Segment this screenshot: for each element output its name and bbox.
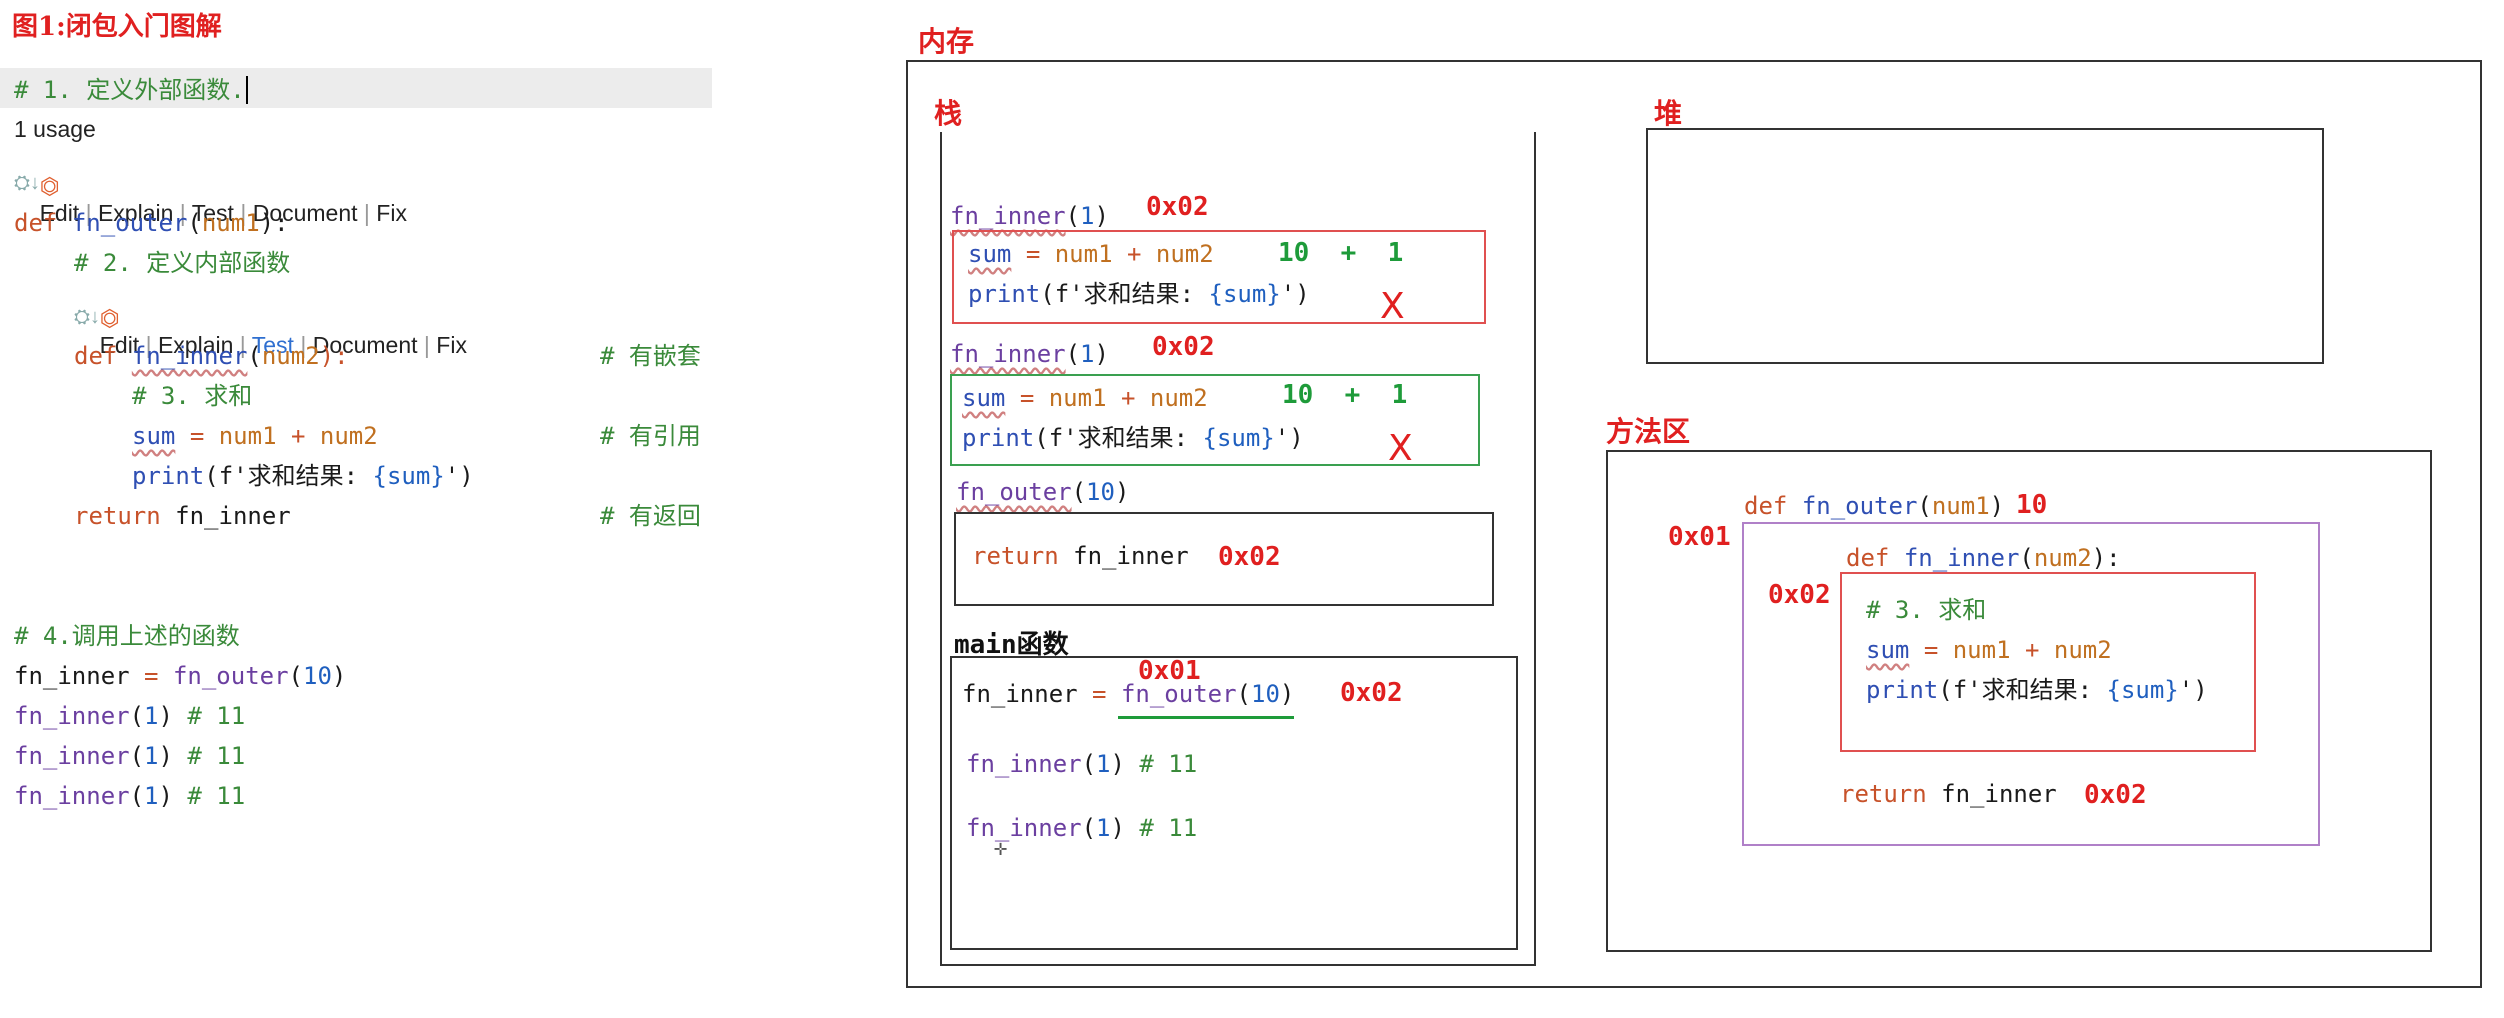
def-inner-line: def fn_inner(num2): xyxy=(74,342,349,370)
call-line: fn_inner(1) # 11 xyxy=(14,702,246,730)
ai-assistant-icon: ⏣ xyxy=(39,173,60,199)
comment-line-4: # 4.调用上述的函数 xyxy=(14,622,240,650)
argument-value: 10 xyxy=(2016,490,2048,520)
note-reference: # 有引用 xyxy=(600,422,701,450)
underline-mark xyxy=(1118,716,1294,719)
ai-assistant-icon: ⏣ xyxy=(99,305,120,331)
crosshair-cursor-icon: ✛ xyxy=(994,836,1008,861)
action-fix[interactable]: Fix xyxy=(376,200,407,226)
memory-title: 内存 xyxy=(918,25,975,58)
method-outer-def: def fn_outer(num1) xyxy=(1744,492,2005,520)
print-line: print(f'求和结果: {sum}') xyxy=(968,280,1310,308)
usage-hint[interactable]: 1 usage xyxy=(14,116,96,143)
comment-line-1: # 1. 定义外部函数. xyxy=(14,76,245,104)
sum-line: sum = num1 + num2 xyxy=(968,240,1214,268)
address-label: 0x02 xyxy=(2084,780,2147,810)
sum-line: sum = num1 + num2 xyxy=(132,422,378,450)
address-label: 0x02 xyxy=(1152,332,1215,362)
method-area-title: 方法区 xyxy=(1606,415,1691,448)
method-comment: # 3. 求和 xyxy=(1866,596,1987,624)
heap-title: 堆 xyxy=(1654,97,1683,130)
sum-line: sum = num1 + num2 xyxy=(1866,636,2112,664)
print-line: print(f'求和结果: {sum}') xyxy=(1866,676,2208,704)
def-outer-line: def fn_outer(num1): xyxy=(14,209,289,237)
call-line: fn_inner(1) # 11 xyxy=(966,750,1198,778)
cross-mark: X xyxy=(1380,286,1405,327)
return-line: return fn_inner xyxy=(74,502,291,530)
return-line: return fn_inner xyxy=(972,542,1189,570)
fold-arrow-icon[interactable]: ⛭↓ xyxy=(74,306,100,329)
address-label: 0x02 xyxy=(1218,542,1281,572)
cross-mark: X xyxy=(1388,428,1413,469)
address-label: 0x01 xyxy=(1668,522,1731,552)
text-cursor xyxy=(246,76,248,104)
note-return: # 有返回 xyxy=(600,502,701,530)
print-line: print(f'求和结果: {sum}') xyxy=(132,462,474,490)
heap-area xyxy=(1646,128,2324,364)
frame-label: fn_outer(10) xyxy=(956,478,1130,506)
call-line: fn_inner(1) # 11 xyxy=(14,782,246,810)
note-nested: # 有嵌套 xyxy=(600,342,701,370)
main-assign-line: fn_inner = fn_outer(10) xyxy=(962,680,1295,708)
sum-line: sum = num1 + num2 xyxy=(962,384,1208,412)
address-label: 0x02 xyxy=(1340,678,1403,708)
print-line: print(f'求和结果: {sum}') xyxy=(962,424,1304,452)
stack-title: 栈 xyxy=(934,97,963,130)
call-assign-line: fn_inner = fn_outer(10) xyxy=(14,662,347,690)
figure-title: 图1:闭包入门图解 xyxy=(12,12,222,42)
address-label: 0x02 xyxy=(1768,580,1831,610)
action-fix[interactable]: Fix xyxy=(436,332,467,358)
frame-label: fn_inner(1) xyxy=(950,340,1109,368)
comment-line-3: # 3. 求和 xyxy=(132,382,253,410)
sum-values: 10 + 1 xyxy=(1278,238,1404,268)
sum-values: 10 + 1 xyxy=(1282,380,1408,410)
comment-line-2: # 2. 定义内部函数 xyxy=(74,249,291,277)
call-line: fn_inner(1) # 11 xyxy=(14,742,246,770)
fold-arrow-icon[interactable]: ⛭↓ xyxy=(14,172,40,195)
address-label: 0x02 xyxy=(1146,192,1209,222)
method-return-line: return fn_inner xyxy=(1840,780,2057,808)
